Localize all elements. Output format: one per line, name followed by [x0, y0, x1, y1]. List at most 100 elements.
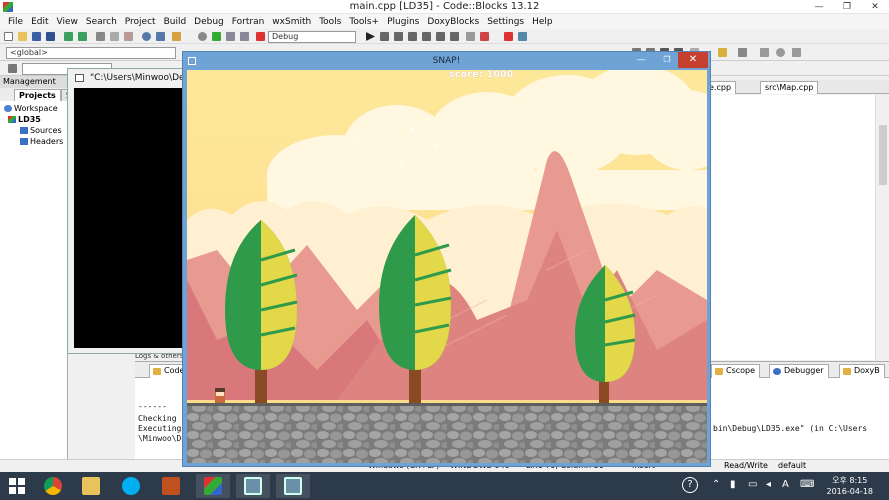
menu-debug[interactable]: Debug: [190, 17, 228, 27]
run-icon[interactable]: [212, 32, 221, 41]
tray-battery-icon[interactable]: ▭: [748, 479, 757, 490]
stop-debug-icon[interactable]: [480, 32, 489, 41]
doxy-extract-icon[interactable]: [738, 48, 747, 57]
editor-scrollbar[interactable]: [875, 95, 889, 360]
build-target-select[interactable]: Debug: [268, 31, 356, 43]
record-icon[interactable]: [776, 48, 785, 57]
help-icon[interactable]: ?: [682, 477, 698, 493]
menu-edit[interactable]: Edit: [27, 17, 52, 27]
menu-tools-plus[interactable]: Tools+: [345, 17, 383, 27]
tab-doxyblocks[interactable]: DoxyB: [839, 364, 885, 378]
next-instruction-icon[interactable]: [436, 32, 445, 41]
tree-sources[interactable]: Sources: [0, 125, 67, 136]
clock[interactable]: 오후 8:15 2016-04-18: [827, 475, 874, 497]
step-instruction-icon[interactable]: [450, 32, 459, 41]
menu-tools[interactable]: Tools: [315, 17, 345, 27]
stone-ground: [187, 405, 707, 463]
minimize-button[interactable]: —: [806, 0, 832, 14]
tab-projects[interactable]: Projects: [14, 89, 61, 101]
abort-icon[interactable]: [256, 32, 265, 41]
taskbar-snap[interactable]: [276, 474, 310, 498]
menu-plugins[interactable]: Plugins: [383, 17, 423, 27]
scope-select[interactable]: <global>: [6, 47, 176, 59]
step-out-icon[interactable]: [422, 32, 431, 41]
taskbar-chrome[interactable]: [36, 474, 70, 498]
redo-icon[interactable]: [78, 32, 87, 41]
tray-chevron-icon[interactable]: ⌃: [712, 479, 720, 490]
window-title: main.cpp [LD35] - Code::Blocks 13.12: [349, 1, 540, 12]
doxy-wizard-icon[interactable]: [718, 48, 727, 57]
editor-tab-map[interactable]: src\Map.cpp: [760, 81, 819, 94]
project-icon: [8, 116, 16, 123]
tab-cscope[interactable]: Cscope: [711, 364, 761, 378]
code-editor[interactable]: [700, 95, 889, 360]
settings-icon[interactable]: [172, 32, 181, 41]
menu-build[interactable]: Build: [160, 17, 191, 27]
menu-search[interactable]: Search: [82, 17, 121, 27]
start-button[interactable]: [0, 474, 34, 498]
next-line-icon[interactable]: [394, 32, 403, 41]
first-icon[interactable]: [760, 48, 769, 57]
save-all-icon[interactable]: [46, 32, 55, 41]
undo-icon[interactable]: [64, 32, 73, 41]
menu-fortran[interactable]: Fortran: [228, 17, 269, 27]
snap-title-bar[interactable]: SNAP! — ❐ ✕: [183, 52, 710, 70]
rebuild-icon[interactable]: [240, 32, 249, 41]
snap-maximize-button[interactable]: ❐: [661, 55, 673, 67]
snap-minimize-button[interactable]: —: [635, 55, 647, 67]
ground-edge: [187, 403, 707, 406]
status-access: Read/Write: [724, 461, 768, 470]
copy-icon[interactable]: [110, 32, 119, 41]
build-gear-icon[interactable]: [198, 32, 207, 41]
taskbar-codeblocks[interactable]: [196, 474, 230, 498]
paste-icon[interactable]: [124, 32, 133, 41]
open-folder-icon[interactable]: [18, 32, 27, 41]
replace-icon[interactable]: [156, 32, 165, 41]
menu-file[interactable]: File: [4, 17, 27, 27]
ime-language[interactable]: A: [782, 479, 789, 490]
menu-settings[interactable]: Settings: [483, 17, 528, 27]
tree-project[interactable]: LD35: [0, 114, 67, 125]
debug-start-icon[interactable]: [366, 32, 375, 41]
debug-windows-icon[interactable]: [504, 32, 513, 41]
tab-debugger[interactable]: Debugger: [769, 364, 829, 378]
tree-workspace[interactable]: Workspace: [0, 103, 67, 114]
cut-icon[interactable]: [96, 32, 105, 41]
console-window[interactable]: "C:\Users\Minwoo\De: [67, 68, 197, 354]
tree-headers[interactable]: Headers: [0, 136, 67, 147]
taskbar-skype[interactable]: [114, 474, 148, 498]
taskbar-explorer[interactable]: [74, 474, 108, 498]
menu-doxyblocks[interactable]: DoxyBlocks: [423, 17, 483, 27]
find-icon[interactable]: [142, 32, 151, 41]
menu-wxsmith[interactable]: wxSmith: [268, 17, 315, 27]
title-bar: main.cpp [LD35] - Code::Blocks 13.12 — ❐…: [0, 0, 889, 14]
tray-network-icon[interactable]: ▮: [730, 479, 736, 490]
step-into-icon[interactable]: [408, 32, 417, 41]
workspace-icon: [4, 105, 12, 112]
scrollbar-thumb[interactable]: [879, 125, 887, 185]
snap-game-window[interactable]: SNAP! — ❐ ✕ score: 1000: [182, 51, 711, 467]
console-output[interactable]: [74, 88, 192, 348]
taskbar-app[interactable]: [154, 474, 188, 498]
status-profile: default: [778, 461, 807, 470]
close-button[interactable]: ✕: [862, 0, 888, 14]
last-icon[interactable]: [792, 48, 801, 57]
menu-project[interactable]: Project: [121, 17, 160, 27]
search-toolbar-icon[interactable]: [8, 64, 17, 73]
taskbar-console[interactable]: [236, 474, 270, 498]
clock-date: 2016-04-18: [826, 487, 874, 496]
game-canvas[interactable]: score: 1000: [187, 70, 707, 463]
run-to-cursor-icon[interactable]: [380, 32, 389, 41]
various-info-icon[interactable]: [518, 32, 527, 41]
menu-help[interactable]: Help: [528, 17, 557, 27]
tray-keyboard-icon[interactable]: ⌨: [800, 479, 814, 490]
snap-close-button[interactable]: ✕: [678, 52, 708, 68]
pause-icon[interactable]: [466, 32, 475, 41]
maximize-button[interactable]: ❐: [834, 0, 860, 14]
save-icon[interactable]: [32, 32, 41, 41]
chrome-icon: [44, 477, 62, 495]
tray-volume-icon[interactable]: ◂: [766, 479, 771, 490]
new-file-icon[interactable]: [4, 32, 13, 41]
menu-view[interactable]: View: [53, 17, 82, 27]
build-run-icon[interactable]: [226, 32, 235, 41]
